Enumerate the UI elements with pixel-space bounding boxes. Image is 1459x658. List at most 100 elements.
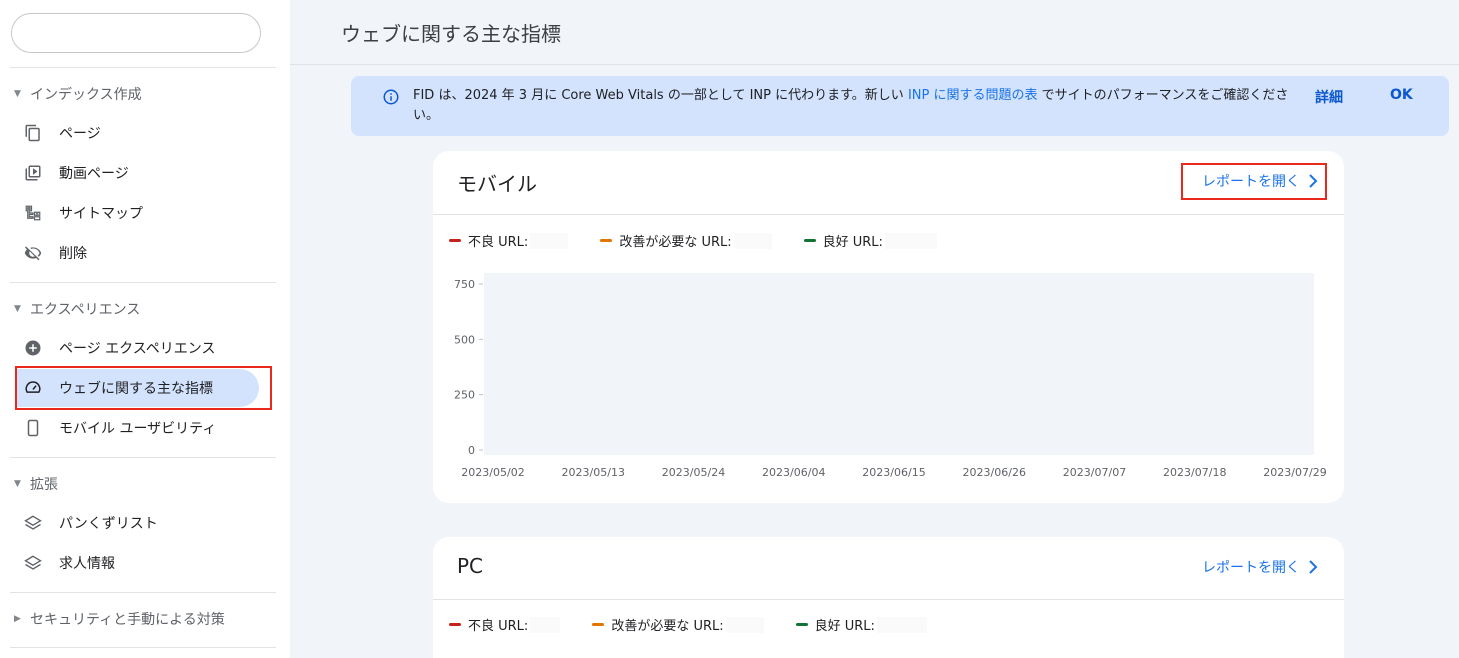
redacted-value bbox=[884, 232, 937, 249]
sidebar-item-mobile-usability[interactable]: モバイル ユーザビリティ bbox=[16, 409, 272, 447]
x-tick-label: 2023/05/02 bbox=[461, 466, 524, 479]
y-tick-label: 0 bbox=[468, 444, 475, 457]
page-title: ウェブに関する主な指標 bbox=[341, 22, 561, 46]
y-tick-label: 500 bbox=[454, 333, 475, 346]
legend-label: 良好 URL: bbox=[822, 235, 883, 250]
legend-item-poor[interactable]: 不良 URL: bbox=[449, 615, 561, 634]
speed-icon bbox=[23, 378, 43, 398]
video-library-icon bbox=[23, 163, 43, 183]
banner-message: FID は、2024 年 3 月に Core Web Vitals の一部として… bbox=[413, 86, 1293, 126]
sidebar-divider bbox=[10, 282, 276, 283]
caret-down-icon: ▼ bbox=[14, 479, 21, 489]
legend-swatch bbox=[592, 623, 605, 626]
section-label: セキュリティと手動による対策 bbox=[30, 612, 225, 628]
sidebar-item-label: 求人情報 bbox=[59, 556, 115, 572]
legend-label: 良好 URL: bbox=[814, 619, 875, 634]
section-label: エクスペリエンス bbox=[30, 302, 141, 318]
sidebar-item-label: 削除 bbox=[59, 246, 87, 262]
pc-card: PC レポートを開く 不良 URL: 改善が必要な URL: 良好 URL: bbox=[433, 537, 1344, 658]
y-tick-label: 250 bbox=[454, 389, 475, 402]
sidebar-divider bbox=[10, 67, 276, 68]
caret-right-icon: ▶ bbox=[14, 614, 21, 624]
y-tick-label: 750 bbox=[454, 278, 475, 291]
sidebar-item-label: パンくずリスト bbox=[59, 516, 158, 532]
add-circle-icon bbox=[23, 338, 43, 358]
open-report-link[interactable]: レポートを開く bbox=[1202, 557, 1318, 577]
chevron-right-icon bbox=[1309, 174, 1318, 188]
search-input[interactable] bbox=[11, 13, 261, 53]
legend-item-poor[interactable]: 不良 URL: bbox=[449, 231, 569, 250]
open-report-label: レポートを開く bbox=[1202, 560, 1300, 576]
x-tick-label: 2023/05/24 bbox=[662, 466, 725, 479]
x-tick-label: 2023/07/07 bbox=[1063, 466, 1126, 479]
x-tick-label: 2023/06/04 bbox=[762, 466, 825, 479]
x-tick-label: 2023/06/26 bbox=[963, 466, 1026, 479]
details-button[interactable]: 詳細 bbox=[1315, 87, 1343, 107]
card-title: PC bbox=[457, 554, 484, 578]
sidebar: ▼ インデックス作成 ページ 動画ページ サイトマップ 削除 ▼ エクスペリエン… bbox=[0, 0, 290, 658]
sidebar-item-core-web-vitals[interactable]: ウェブに関する主な指標 bbox=[16, 369, 259, 407]
visibility-off-icon bbox=[23, 243, 43, 263]
sidebar-item-sitemaps[interactable]: サイトマップ bbox=[16, 194, 272, 232]
sidebar-item-breadcrumbs[interactable]: パンくずリスト bbox=[16, 504, 272, 542]
legend-item-needs-improvement[interactable]: 改善が必要な URL: bbox=[592, 615, 764, 634]
sidebar-item-label: モバイル ユーザビリティ bbox=[59, 421, 217, 437]
legend-swatch bbox=[803, 239, 816, 242]
sidebar-item-label: ページ bbox=[59, 126, 101, 142]
caret-down-icon: ▼ bbox=[14, 89, 21, 99]
x-tick-label: 2023/05/13 bbox=[562, 466, 625, 479]
redacted-value bbox=[725, 616, 764, 633]
caret-down-icon: ▼ bbox=[14, 304, 21, 314]
legend-label: 改善が必要な URL: bbox=[619, 235, 732, 250]
layers-icon bbox=[23, 513, 43, 533]
section-label: 拡張 bbox=[30, 477, 58, 493]
legend-label: 不良 URL: bbox=[468, 235, 529, 250]
section-label: インデックス作成 bbox=[30, 87, 142, 103]
info-banner: FID は、2024 年 3 月に Core Web Vitals の一部として… bbox=[351, 76, 1449, 136]
ok-button[interactable]: OK bbox=[1390, 87, 1413, 103]
sidebar-divider bbox=[10, 457, 276, 458]
redacted-value bbox=[876, 616, 927, 633]
x-tick-label: 2023/07/29 bbox=[1263, 466, 1326, 479]
section-experience[interactable]: ▼ エクスペリエンス bbox=[14, 297, 140, 321]
redacted-value bbox=[733, 232, 772, 249]
sidebar-divider bbox=[10, 647, 276, 648]
legend-item-good[interactable]: 良好 URL: bbox=[795, 615, 927, 634]
section-security[interactable]: ▶ セキュリティと手動による対策 bbox=[14, 607, 225, 631]
open-report-link[interactable]: レポートを開く bbox=[1202, 171, 1318, 191]
mobile-card: モバイル レポートを開く 不良 URL: 改善が必要な URL: 良好 URL:… bbox=[433, 151, 1344, 503]
sidebar-divider bbox=[10, 592, 276, 593]
inp-issues-link[interactable]: INP に関する問題の表 bbox=[908, 88, 1038, 103]
smartphone-icon bbox=[23, 418, 43, 438]
redacted-value bbox=[530, 616, 561, 633]
legend-label: 不良 URL: bbox=[468, 619, 529, 634]
legend-label: 改善が必要な URL: bbox=[611, 619, 724, 634]
banner-text-before: FID は、2024 年 3 月に Core Web Vitals の一部として… bbox=[413, 88, 908, 103]
title-divider bbox=[290, 64, 1459, 65]
section-indexing[interactable]: ▼ インデックス作成 bbox=[14, 82, 142, 106]
legend-swatch bbox=[449, 239, 461, 242]
redacted-value bbox=[530, 232, 569, 249]
sidebar-item-pages[interactable]: ページ bbox=[16, 114, 272, 152]
layers-icon bbox=[23, 553, 43, 573]
legend-item-good[interactable]: 良好 URL: bbox=[803, 231, 937, 250]
legend-swatch bbox=[600, 239, 613, 242]
sidebar-item-page-experience[interactable]: ページ エクスペリエンス bbox=[16, 329, 272, 367]
mobile-chart: 750 500 250 0 2023/05/02 2023/05/13 2023/05/2… bbox=[454, 273, 1327, 479]
sidebar-item-label: ウェブに関する主な指標 bbox=[59, 381, 213, 397]
sidebar-item-label: 動画ページ bbox=[59, 166, 129, 182]
sidebar-item-removals[interactable]: 削除 bbox=[16, 234, 272, 272]
section-enhancements[interactable]: ▼ 拡張 bbox=[14, 472, 58, 496]
x-tick-label: 2023/07/18 bbox=[1163, 466, 1226, 479]
chart-legend: 不良 URL: 改善が必要な URL: 良好 URL: bbox=[449, 615, 959, 634]
legend-item-needs-improvement[interactable]: 改善が必要な URL: bbox=[600, 231, 772, 250]
chart-plot-area bbox=[484, 273, 1314, 455]
legend-swatch bbox=[449, 623, 461, 626]
file-copy-icon bbox=[23, 123, 43, 143]
sidebar-item-video-pages[interactable]: 動画ページ bbox=[16, 154, 272, 192]
sidebar-item-job-postings[interactable]: 求人情報 bbox=[16, 544, 272, 582]
sitemap-icon bbox=[23, 203, 43, 223]
sidebar-item-label: サイトマップ bbox=[59, 206, 143, 222]
chevron-right-icon bbox=[1309, 560, 1318, 574]
card-title: モバイル bbox=[457, 172, 537, 196]
